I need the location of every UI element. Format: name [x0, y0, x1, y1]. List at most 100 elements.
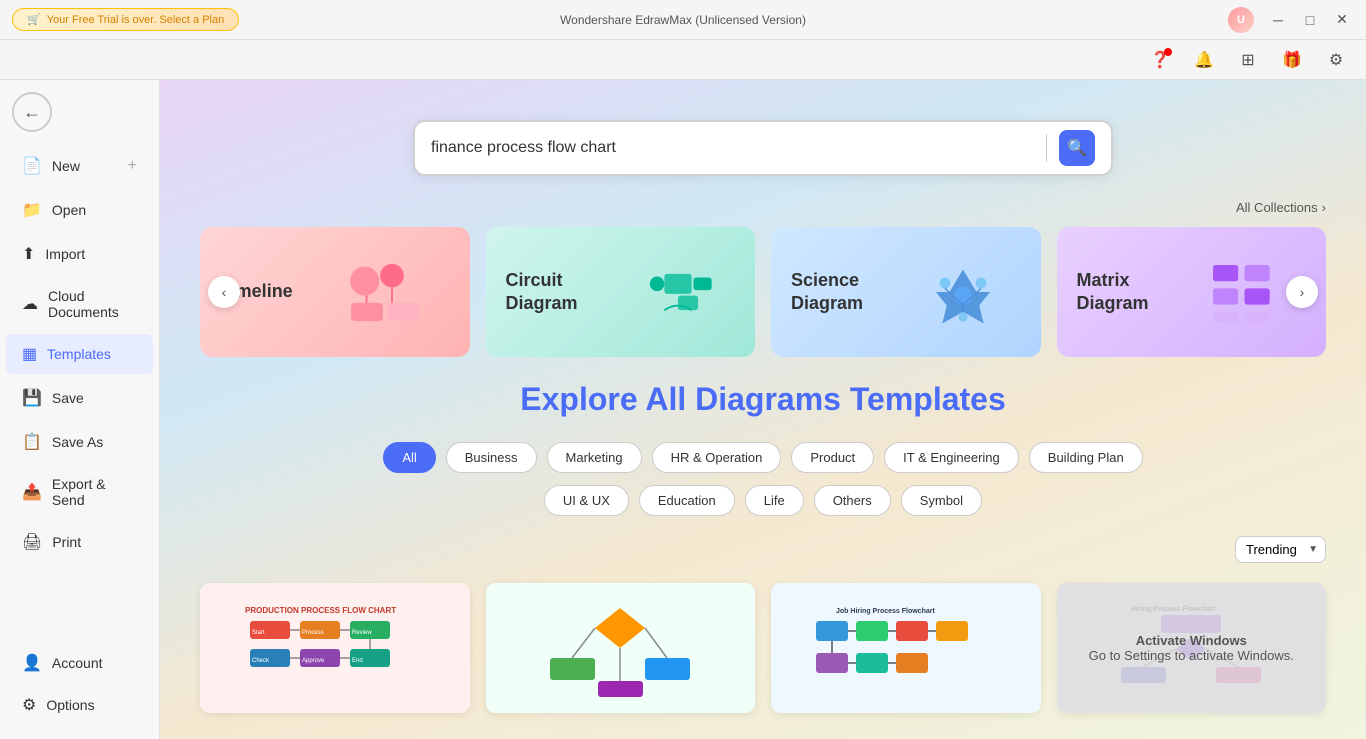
carousel-section: All Collections › ‹ Timeline — [160, 200, 1366, 357]
sidebar-label-print: Print — [52, 534, 81, 550]
sidebar-bottom: 👤 Account ⚙ Options — [0, 641, 159, 739]
avatar[interactable]: U — [1228, 7, 1254, 33]
sidebar-item-options[interactable]: ⚙ Options — [6, 685, 153, 725]
help-icon[interactable]: ❓ — [1146, 46, 1174, 74]
search-button[interactable]: 🔍 — [1059, 130, 1095, 166]
explore-title-static: Explore — [520, 381, 645, 417]
carousel-card-timeline[interactable]: Timeline — [200, 227, 470, 357]
sidebar-item-open[interactable]: 📁 Open — [6, 190, 153, 230]
sidebar-item-account[interactable]: 👤 Account — [6, 643, 153, 683]
open-icon: 📁 — [22, 200, 42, 220]
search-input[interactable] — [431, 139, 1034, 157]
template-card-4[interactable]: Hiring Process Flowchart Activate Window… — [1057, 583, 1327, 713]
new-icon: 📄 — [22, 156, 42, 176]
template-grid: PRODUCTION PROCESS FLOW CHART — [200, 571, 1326, 737]
filter-education[interactable]: Education — [639, 485, 735, 516]
close-button[interactable]: ✕ — [1330, 8, 1354, 32]
minimize-button[interactable]: ─ — [1266, 8, 1290, 32]
maximize-button[interactable]: □ — [1298, 8, 1322, 32]
activate-windows-message: Go to Settings to activate Windows. — [1089, 648, 1294, 663]
sidebar-item-cloud[interactable]: ☁ Cloud Documents — [6, 278, 153, 330]
back-button[interactable]: ← — [8, 88, 56, 136]
carousel-label-matrix: Matrix Diagram — [1077, 269, 1180, 316]
trial-text: Your Free Trial is over. Select a Plan — [47, 14, 225, 26]
all-collections-link[interactable]: All Collections › — [1236, 200, 1326, 215]
options-icon: ⚙ — [22, 695, 36, 715]
search-area: 🔍 — [160, 80, 1366, 200]
svg-text:PRODUCTION PROCESS FLOW CHART: PRODUCTION PROCESS FLOW CHART — [245, 606, 396, 615]
filter-it[interactable]: IT & Engineering — [884, 442, 1019, 473]
gift-icon[interactable]: 🎁 — [1278, 46, 1306, 74]
sidebar-item-save[interactable]: 💾 Save — [6, 378, 153, 418]
search-box: 🔍 — [413, 120, 1113, 176]
filter-others[interactable]: Others — [814, 485, 891, 516]
filter-chips: All Business Marketing HR & Operation Pr… — [200, 442, 1326, 473]
sidebar-item-templates[interactable]: ▦ Templates — [6, 334, 153, 374]
export-icon: 📤 — [22, 482, 42, 502]
sidebar-item-new[interactable]: 📄 New + — [6, 146, 153, 186]
carousel-prev-button[interactable]: ‹ — [208, 276, 240, 308]
cloud-icon: ☁ — [22, 294, 38, 314]
svg-text:End: End — [352, 658, 363, 664]
template-card-2[interactable] — [486, 583, 756, 713]
filter-business[interactable]: Business — [446, 442, 537, 473]
carousel-next-button[interactable]: › — [1286, 276, 1318, 308]
sidebar-label-save: Save — [52, 390, 84, 406]
window-controls: ─ □ ✕ — [1266, 8, 1354, 32]
carousel-card-science[interactable]: Science Diagram — [771, 227, 1041, 357]
svg-text:Check: Check — [252, 658, 270, 664]
carousel-items: Timeline — [200, 227, 1326, 357]
template-img-2 — [486, 583, 756, 713]
sidebar-label-cloud: Cloud Documents — [48, 288, 137, 320]
sidebar-item-print[interactable]: 🖨 Print — [6, 522, 153, 562]
search-divider — [1046, 134, 1047, 162]
sort-row: Trending Newest Popular ▼ — [200, 528, 1326, 571]
sidebar-item-import[interactable]: ⬆ Import — [6, 234, 153, 274]
cart-icon: 🛒 — [27, 13, 41, 26]
settings-icon[interactable]: ⚙ — [1322, 46, 1350, 74]
science-visual — [906, 247, 1021, 337]
carousel-wrapper: ‹ Timeline — [200, 227, 1326, 357]
import-icon: ⬆ — [22, 244, 35, 264]
save-icon: 💾 — [22, 388, 42, 408]
template-card-1[interactable]: PRODUCTION PROCESS FLOW CHART — [200, 583, 470, 713]
explore-title-highlight: All Diagrams Templates — [645, 381, 1005, 417]
sidebar-label-saveas: Save As — [52, 434, 103, 450]
main-layout: ← 📄 New + 📁 Open ⬆ Import ☁ Cloud Docume… — [0, 80, 1366, 739]
sidebar-label-account: Account — [52, 655, 103, 671]
apps-icon[interactable]: ⊞ — [1234, 46, 1262, 74]
filter-life[interactable]: Life — [745, 485, 804, 516]
filter-symbol[interactable]: Symbol — [901, 485, 982, 516]
filter-ui[interactable]: UI & UX — [544, 485, 629, 516]
notification-icon[interactable]: 🔔 — [1190, 46, 1218, 74]
sidebar-label-options: Options — [46, 697, 94, 713]
sidebar-item-export[interactable]: 📤 Export & Send — [6, 466, 153, 518]
carousel-card-circuit[interactable]: Circuit Diagram — [486, 227, 756, 357]
sort-select[interactable]: Trending Newest Popular — [1235, 536, 1326, 563]
carousel-label-science: Science Diagram — [791, 269, 894, 316]
content-area: 🔍 All Collections › ‹ Timeline — [160, 80, 1366, 739]
filter-product[interactable]: Product — [791, 442, 874, 473]
svg-text:Process: Process — [302, 630, 324, 636]
sidebar-label-import: Import — [45, 246, 85, 262]
carousel-header: All Collections › — [200, 200, 1326, 215]
filter-marketing[interactable]: Marketing — [547, 442, 642, 473]
template-img-3: Job Hiring Process Flowchart — [771, 583, 1041, 713]
filter-building[interactable]: Building Plan — [1029, 442, 1143, 473]
sidebar-spacer — [0, 564, 159, 641]
template-img-1: PRODUCTION PROCESS FLOW CHART — [200, 583, 470, 713]
titlebar: 🛒 Your Free Trial is over. Select a Plan… — [0, 0, 1366, 40]
activate-windows-overlay: Activate Windows Go to Settings to activ… — [1057, 583, 1327, 713]
template-card-3[interactable]: Job Hiring Process Flowchart — [771, 583, 1041, 713]
sidebar: ← 📄 New + 📁 Open ⬆ Import ☁ Cloud Docume… — [0, 80, 160, 739]
sidebar-label-templates: Templates — [47, 346, 111, 362]
account-icon: 👤 — [22, 653, 42, 673]
sidebar-label-new: New — [52, 158, 80, 174]
explore-title: Explore All Diagrams Templates — [200, 381, 1326, 418]
sidebar-item-saveas[interactable]: 📋 Save As — [6, 422, 153, 462]
svg-text:Review: Review — [352, 630, 372, 636]
new-plus-icon: + — [128, 157, 137, 175]
filter-all[interactable]: All — [383, 442, 435, 473]
filter-hr[interactable]: HR & Operation — [652, 442, 782, 473]
trial-banner[interactable]: 🛒 Your Free Trial is over. Select a Plan — [12, 8, 239, 31]
